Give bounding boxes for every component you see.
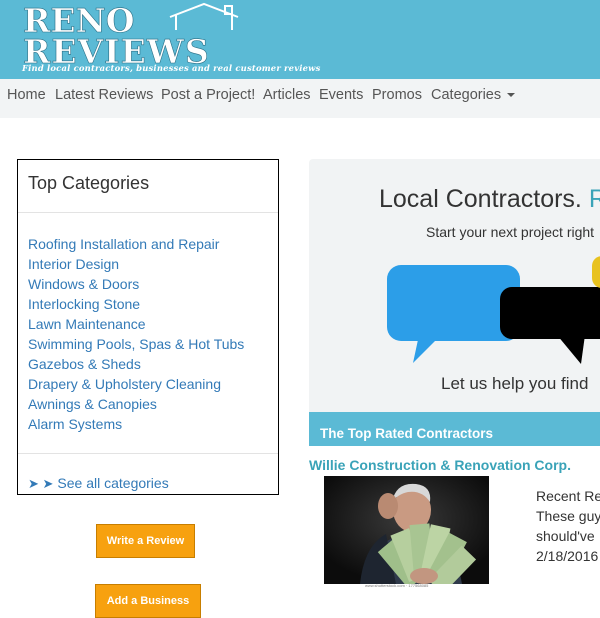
review-line: These guy — [536, 508, 600, 524]
category-link[interactable]: Swimming Pools, Spas & Hot Tubs — [28, 334, 244, 354]
photo-graphic — [324, 476, 489, 584]
nav-promos[interactable]: Promos — [372, 87, 422, 103]
nav-post-project[interactable]: Post a Project! — [161, 87, 255, 103]
add-business-button[interactable]: Add a Business — [95, 584, 201, 618]
main-nav: Home Latest Reviews Post a Project! Arti… — [0, 79, 600, 118]
nav-latest-reviews[interactable]: Latest Reviews — [55, 87, 153, 103]
logo-tagline: Find local contractors, businesses and r… — [22, 63, 321, 73]
category-link[interactable]: Awnings & Canopies — [28, 394, 244, 414]
nav-categories-dropdown[interactable]: Categories — [431, 87, 516, 103]
site-header: RENO REVIEWS Find local contractors, bus… — [0, 0, 600, 79]
category-link[interactable]: Gazebos & Sheds — [28, 354, 244, 374]
category-link[interactable]: Roofing Installation and Repair — [28, 234, 244, 254]
site-logo[interactable]: RENO REVIEWS Find local contractors, bus… — [20, 0, 390, 79]
category-link[interactable]: Lawn Maintenance — [28, 314, 244, 334]
nav-events[interactable]: Events — [319, 87, 363, 103]
double-arrow-right-icon: ➤ ➤ — [28, 476, 54, 491]
see-all-label: See all categories — [57, 475, 169, 491]
category-link[interactable]: Windows & Doors — [28, 274, 244, 294]
hero-panel: Local Contractors. R Start your next pro… — [309, 159, 600, 412]
top-categories-title: Top Categories — [28, 173, 150, 193]
yellow-speech-bubble-icon — [592, 256, 600, 288]
category-link[interactable]: Drapery & Upholstery Cleaning — [28, 374, 244, 394]
contractor-name-link[interactable]: Willie Construction & Renovation Corp. — [309, 457, 571, 473]
divider — [18, 212, 278, 213]
category-link[interactable]: Interlocking Stone — [28, 294, 244, 314]
category-link[interactable]: Alarm Systems — [28, 414, 244, 434]
review-line: Recent Re — [536, 488, 600, 504]
contractor-photo[interactable] — [324, 476, 489, 584]
photo-caption: www.shutterstock.com · 177568085 — [365, 583, 429, 588]
caret-down-icon — [507, 93, 516, 98]
review-line: should've — [536, 528, 595, 544]
category-list: Roofing Installation and Repair Interior… — [28, 234, 244, 434]
see-all-categories-link[interactable]: ➤ ➤ See all categories — [28, 475, 169, 492]
review-date: 2/18/2016 — [536, 548, 599, 564]
nav-articles[interactable]: Articles — [263, 87, 311, 103]
top-rated-heading-bar: The Top Rated Contractors — [309, 412, 600, 446]
hero-help-text: Let us help you find — [441, 374, 589, 393]
nav-categories-label: Categories — [431, 87, 502, 103]
nav-home[interactable]: Home — [7, 87, 46, 103]
black-speech-bubble-icon — [500, 287, 600, 339]
top-categories-panel: Top Categories Roofing Installation and … — [17, 159, 279, 495]
top-rated-heading: The Top Rated Contractors — [320, 426, 494, 441]
divider — [18, 453, 278, 454]
write-review-button[interactable]: Write a Review — [96, 524, 195, 558]
category-link[interactable]: Interior Design — [28, 254, 244, 274]
review-snippet: Recent Re These guy should've 2/18/2016 — [536, 486, 600, 566]
